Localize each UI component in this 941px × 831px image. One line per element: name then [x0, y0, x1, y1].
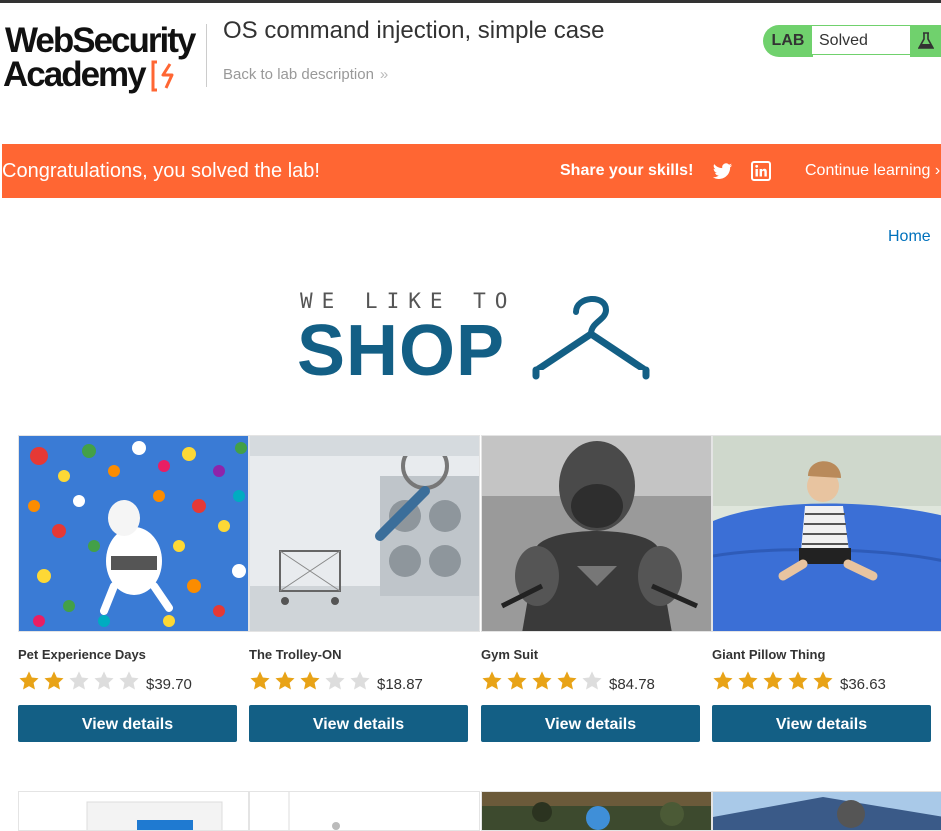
product-image-partial	[249, 791, 480, 831]
star-filled-icon	[300, 671, 320, 690]
star-filled-icon	[19, 671, 39, 690]
product-image-the-trolley-on	[249, 435, 480, 632]
share-skills-label: Share your skills!	[560, 162, 694, 179]
view-details-button[interactable]: View details	[18, 705, 237, 742]
rating-stars: $84.78	[481, 668, 655, 694]
star-filled-icon	[763, 671, 783, 690]
star-empty-icon	[69, 671, 89, 690]
star-filled-icon	[532, 671, 552, 690]
product-image-partial	[481, 791, 712, 831]
continue-learning-label: Continue learning	[805, 162, 931, 179]
twitter-icon[interactable]	[712, 161, 733, 182]
web-security-academy-logo[interactable]: WebSecurity Academy	[3, 21, 203, 96]
shop-logo-tagline: WE LIKE TO	[300, 289, 517, 313]
rating-stars: $18.87	[249, 668, 423, 694]
solved-banner: Congratulations, you solved the lab! Sha…	[2, 144, 941, 198]
view-details-button[interactable]: View details	[712, 705, 931, 742]
lab-title: OS command injection, simple case	[223, 17, 605, 44]
star-filled-icon	[507, 671, 527, 690]
product-image-pet-experience-days	[18, 435, 249, 632]
status-value: Solved	[812, 25, 910, 55]
star-empty-icon	[119, 671, 139, 690]
star-empty-icon	[325, 671, 345, 690]
star-filled-icon	[713, 671, 733, 690]
product-price: $18.87	[377, 675, 423, 693]
star-empty-icon	[350, 671, 370, 690]
status-lab-label: LAB	[763, 25, 813, 57]
star-empty-icon	[94, 671, 114, 690]
rating-stars: $39.70	[18, 668, 192, 694]
star-filled-icon	[813, 671, 833, 690]
product-image-giant-pillow-thing	[712, 435, 941, 632]
product-price: $36.63	[840, 675, 886, 693]
product-image-partial	[18, 791, 249, 831]
product-price: $84.78	[609, 675, 655, 693]
product-price: $39.70	[146, 675, 192, 693]
chevron-right-icon: ›	[934, 162, 941, 179]
logo-text-line2: Academy	[3, 55, 147, 94]
flask-icon	[910, 25, 941, 57]
linkedin-icon[interactable]	[751, 161, 771, 181]
chevron-double-right-icon: »	[379, 66, 389, 83]
star-filled-icon	[275, 671, 295, 690]
back-link-label: Back to lab description	[223, 66, 374, 83]
star-empty-icon	[582, 671, 602, 690]
star-filled-icon	[557, 671, 577, 690]
logo-text-line1: WebSecurity	[5, 21, 196, 60]
product-name: The Trolley-ON	[249, 647, 342, 662]
logo-bolt-icon	[151, 60, 174, 92]
product-image-gym-suit	[481, 435, 712, 632]
view-details-button[interactable]: View details	[249, 705, 468, 742]
view-details-button[interactable]: View details	[481, 705, 700, 742]
back-to-lab-description-link[interactable]: Back to lab description »	[223, 66, 388, 83]
product-name: Pet Experience Days	[18, 647, 146, 662]
star-filled-icon	[738, 671, 758, 690]
star-filled-icon	[482, 671, 502, 690]
star-filled-icon	[44, 671, 64, 690]
product-name: Giant Pillow Thing	[712, 647, 826, 662]
header-divider	[206, 24, 207, 87]
home-link[interactable]: Home	[888, 228, 931, 246]
clothes-hanger-icon	[530, 296, 652, 382]
rating-stars: $36.63	[712, 668, 886, 694]
continue-learning-link[interactable]: Continue learning ›	[805, 162, 940, 180]
product-name: Gym Suit	[481, 647, 539, 662]
product-image-partial	[712, 791, 941, 831]
star-filled-icon	[250, 671, 270, 690]
star-filled-icon	[788, 671, 808, 690]
lab-status-widget: LAB Solved	[763, 25, 941, 57]
shop-logo-title: SHOP	[297, 311, 506, 391]
congratulations-message: Congratulations, you solved the lab!	[2, 160, 320, 182]
top-border	[0, 0, 941, 3]
